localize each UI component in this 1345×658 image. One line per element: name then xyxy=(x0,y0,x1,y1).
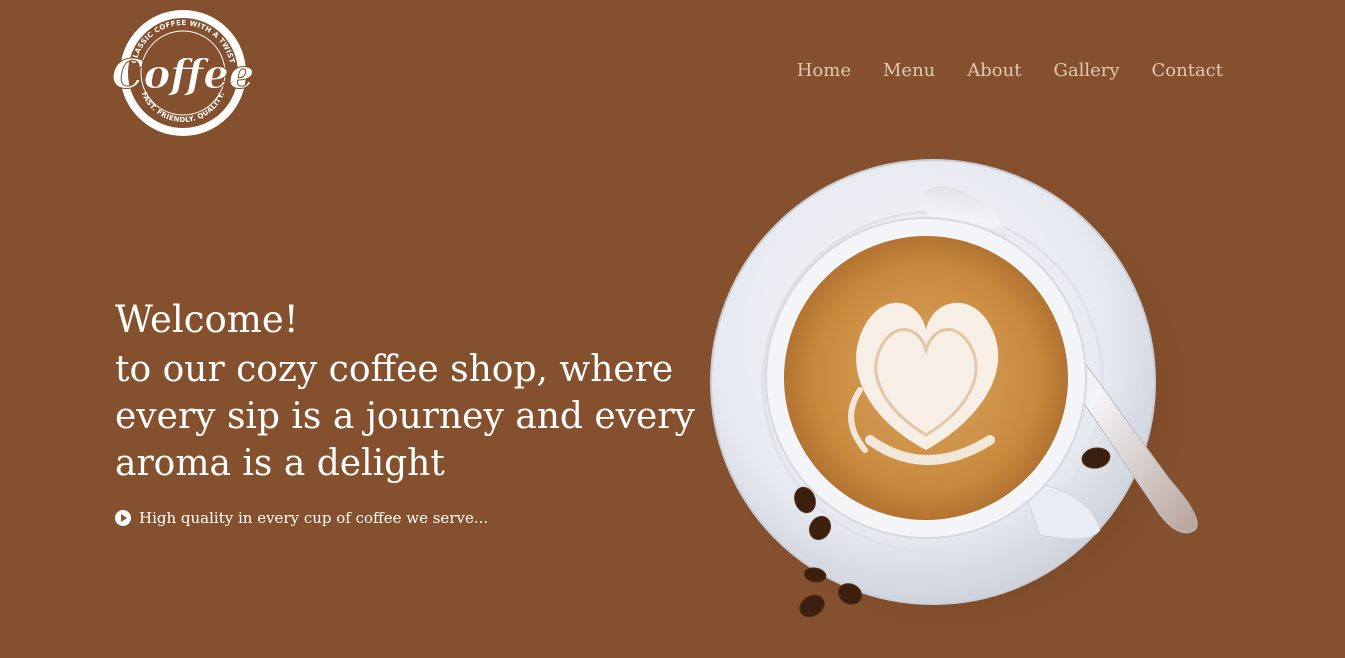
play-circle-icon[interactable] xyxy=(115,510,131,526)
hero-tagline: High quality in every cup of coffee we s… xyxy=(115,509,695,527)
hero-subtitle: to our cozy coffee shop, where every sip… xyxy=(115,349,695,484)
nav-home[interactable]: Home xyxy=(797,60,851,81)
nav-gallery[interactable]: Gallery xyxy=(1053,60,1119,81)
logo-wordmark: Coffee xyxy=(113,51,253,98)
hero-section: Welcome! to our cozy coffee shop, where … xyxy=(115,296,695,527)
landing-page: CLASSIC COFFEE WITH A TWIST FAST. FRIEND… xyxy=(0,0,1345,658)
brand-logo[interactable]: CLASSIC COFFEE WITH A TWIST FAST. FRIEND… xyxy=(113,6,253,140)
nav-menu[interactable]: Menu xyxy=(883,60,935,81)
coffee-stamp-logo-icon: CLASSIC COFFEE WITH A TWIST FAST. FRIEND… xyxy=(113,10,253,136)
hero-tagline-text: High quality in every cup of coffee we s… xyxy=(139,509,489,527)
hero-title: Welcome! xyxy=(115,298,299,341)
nav-contact[interactable]: Contact xyxy=(1152,60,1223,81)
main-nav: Home Menu About Gallery Contact xyxy=(797,60,1223,81)
coffee-cup-image xyxy=(690,150,1250,650)
nav-about[interactable]: About xyxy=(967,60,1021,81)
